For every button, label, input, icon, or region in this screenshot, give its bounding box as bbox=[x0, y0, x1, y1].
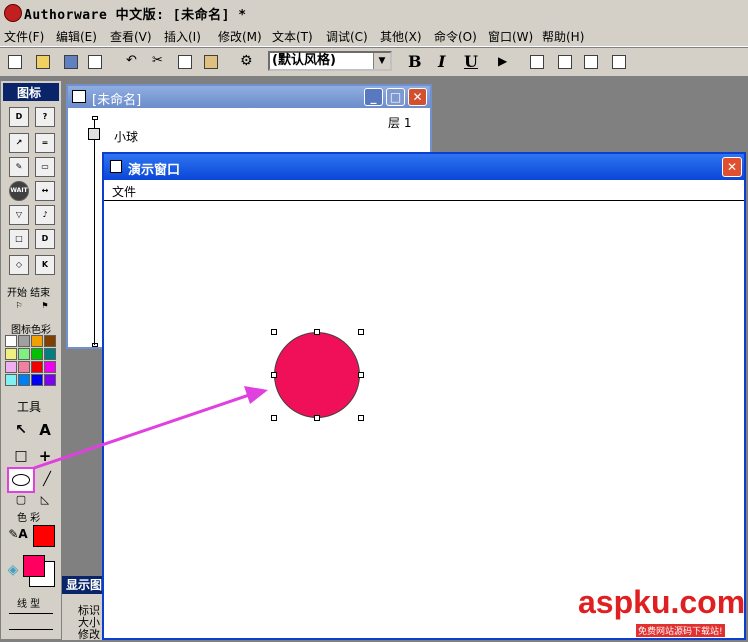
arrow-head-icon bbox=[244, 386, 268, 404]
annotation-arrow bbox=[33, 386, 268, 470]
arrow-line bbox=[33, 390, 259, 470]
